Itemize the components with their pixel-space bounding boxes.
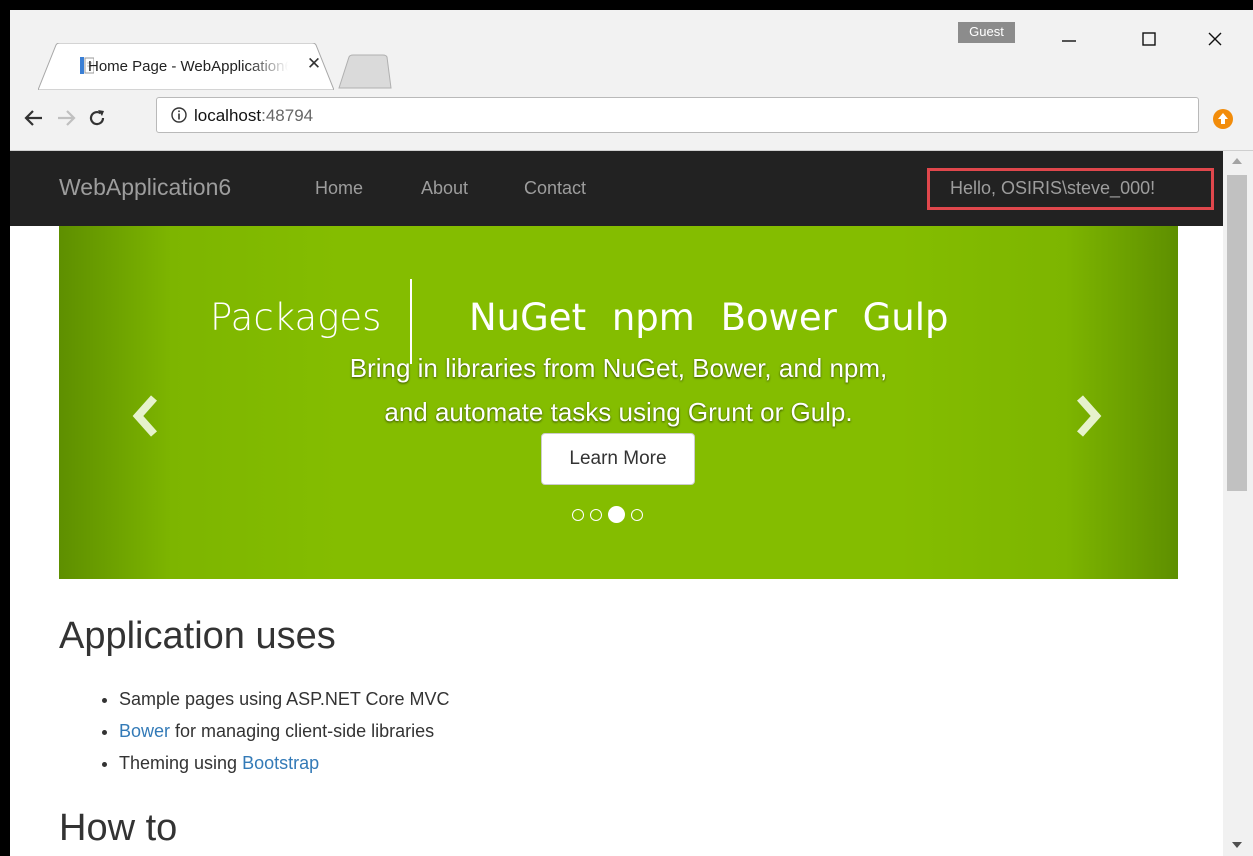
- section-heading-application-uses: Application uses: [59, 615, 336, 657]
- bower-link[interactable]: Bower: [119, 721, 170, 741]
- nav-link-contact[interactable]: Contact: [524, 178, 586, 199]
- slide-caption-line: and automate tasks using Grunt or Gulp.: [384, 397, 853, 427]
- reload-icon: [89, 110, 105, 126]
- list-item-text: Sample pages using ASP.NET Core MVC: [119, 689, 450, 709]
- url-port: :48794: [261, 106, 314, 125]
- scrollbar-thumb[interactable]: [1227, 175, 1247, 491]
- site-navbar: WebApplication6 Home About Contact Hello…: [10, 151, 1223, 226]
- address-bar[interactable]: localhost:48794: [156, 97, 1199, 133]
- list-item: Theming using Bootstrap: [119, 747, 450, 779]
- url-host: localhost: [194, 106, 262, 125]
- new-tab-button[interactable]: [337, 54, 392, 90]
- page-scrollbar[interactable]: [1223, 151, 1253, 856]
- carousel-indicator-dot[interactable]: [631, 508, 643, 521]
- slide-heading: Packages: [210, 296, 382, 339]
- list-item-text: Theming using: [119, 753, 243, 773]
- forward-button[interactable]: [52, 104, 80, 132]
- application-uses-list: Sample pages using ASP.NET Core MVC Bowe…: [92, 683, 450, 779]
- tab-close-icon[interactable]: ✕: [304, 54, 324, 74]
- carousel-prev-button[interactable]: [125, 391, 165, 441]
- hero-carousel: Packages NuGet npm Bower Gulp Bring in l…: [59, 226, 1178, 579]
- update-available-icon[interactable]: [1211, 107, 1235, 131]
- minimize-button[interactable]: [1049, 24, 1089, 54]
- title-bar: Home Page - WebApplication6 ✕ Guest: [10, 10, 1253, 90]
- maximize-icon: [1142, 32, 1156, 46]
- slide-caption-line: Bring in libraries from NuGet, Bower, an…: [349, 353, 888, 383]
- close-window-button[interactable]: [1195, 24, 1235, 54]
- profile-badge[interactable]: Guest: [958, 22, 1015, 43]
- carousel-next-button[interactable]: [1069, 391, 1109, 441]
- list-item: Bower for managing client-side libraries: [119, 715, 450, 747]
- nav-link-about[interactable]: About: [421, 178, 468, 199]
- slide-tools-list: NuGet npm Bower Gulp: [469, 296, 949, 339]
- tab-title: Home Page - WebApplication6: [88, 58, 288, 75]
- scroll-up-arrow-icon[interactable]: [1232, 158, 1242, 164]
- close-icon: [1208, 32, 1222, 46]
- back-arrow-icon: [24, 110, 42, 126]
- page-viewport: WebApplication6 Home About Contact Hello…: [10, 151, 1223, 856]
- list-item-text: for managing client-side libraries: [170, 721, 435, 741]
- carousel-indicator-dot[interactable]: [572, 508, 584, 521]
- carousel-indicator-dot-active[interactable]: [608, 506, 625, 523]
- user-greeting: Hello, OSIRIS\steve_000!: [950, 178, 1156, 198]
- browser-window: Home Page - WebApplication6 ✕ Guest loca…: [10, 10, 1253, 856]
- scroll-down-arrow-icon[interactable]: [1232, 842, 1242, 848]
- url-text: localhost:48794: [194, 106, 313, 126]
- browser-toolbar: localhost:48794: [10, 90, 1253, 151]
- maximize-button[interactable]: [1129, 24, 1169, 54]
- reload-button[interactable]: [83, 104, 111, 132]
- carousel-indicator-dot[interactable]: [590, 508, 602, 521]
- section-heading-how-to: How to: [59, 807, 178, 849]
- bootstrap-link[interactable]: Bootstrap: [242, 753, 319, 773]
- chevron-right-icon: [1077, 395, 1102, 437]
- forward-arrow-icon: [58, 110, 76, 126]
- site-brand-link[interactable]: WebApplication6: [59, 174, 231, 201]
- learn-more-button[interactable]: Learn More: [541, 433, 695, 485]
- browser-tab-active[interactable]: Home Page - WebApplication6 ✕: [38, 43, 334, 90]
- chevron-left-icon: [132, 395, 157, 437]
- back-button[interactable]: [20, 104, 48, 132]
- list-item: Sample pages using ASP.NET Core MVC: [119, 683, 450, 715]
- carousel-indicators: [572, 506, 643, 523]
- minimize-icon: [1062, 40, 1076, 42]
- slide-caption: Bring in libraries from NuGet, Bower, an…: [59, 346, 1178, 434]
- nav-link-home[interactable]: Home: [315, 178, 363, 199]
- info-icon[interactable]: [171, 107, 187, 123]
